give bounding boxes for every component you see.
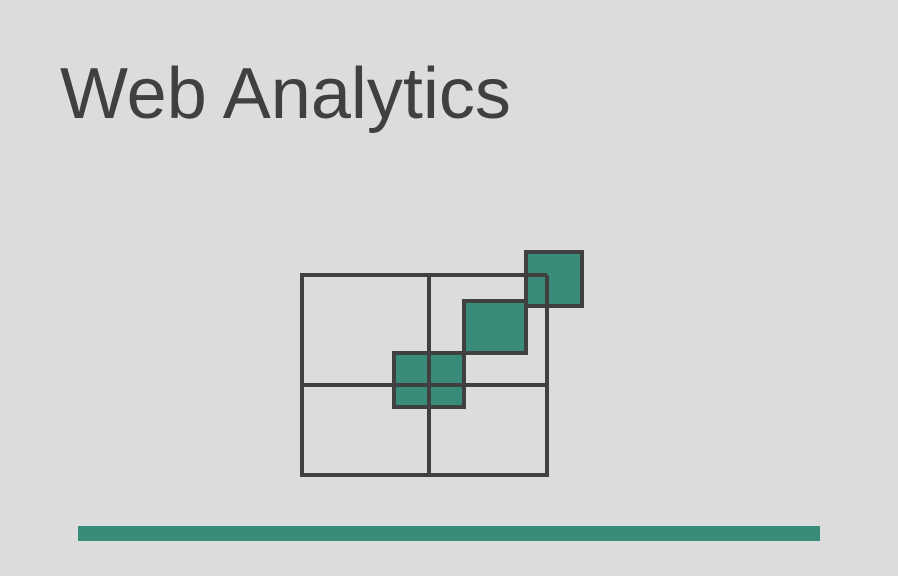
analytics-grid-icon [292, 244, 592, 489]
page-title: Web Analytics [60, 54, 511, 134]
accent-bar [78, 526, 820, 541]
slide: Web Analytics [0, 0, 898, 576]
square-mid [462, 299, 528, 355]
square-high [524, 250, 584, 308]
